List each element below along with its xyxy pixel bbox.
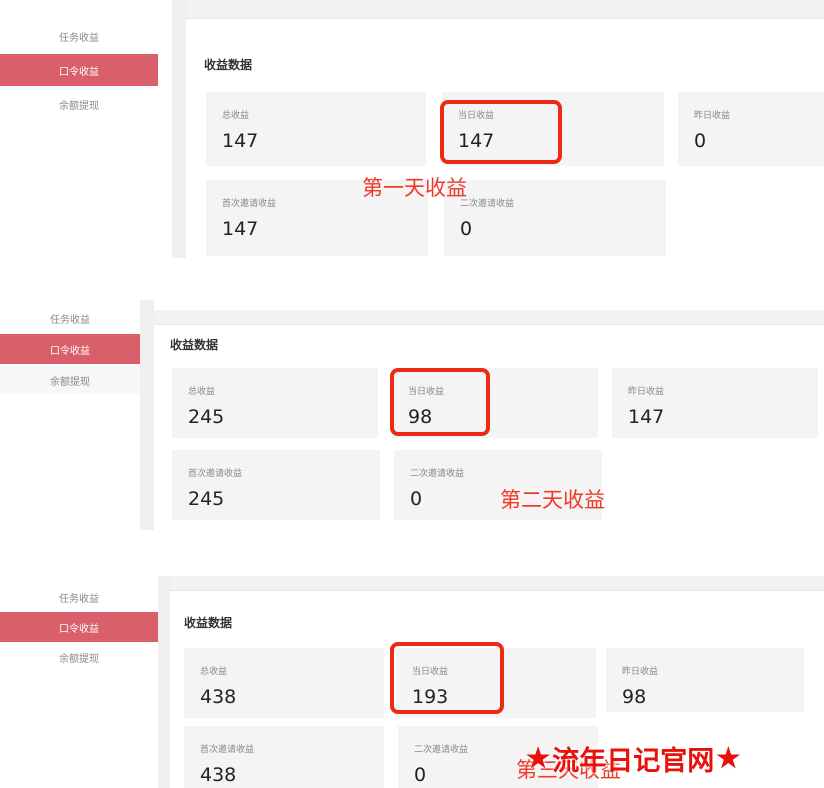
annotation-day-1: 第一天收益	[362, 176, 467, 200]
panel-day-1: 任务收益 口令收益 余额提现 收益数据 总收益 147 当日收益 147 昨日收…	[0, 0, 824, 262]
card-label: 昨日收益	[622, 667, 659, 677]
card-value: 147	[222, 218, 259, 240]
highlight-box	[390, 368, 490, 436]
card-value: 438	[200, 764, 237, 786]
card-label: 首次邀请收益	[200, 745, 255, 755]
card-value: 245	[188, 488, 225, 510]
card-label: 二次邀请收益	[414, 745, 469, 755]
card-value: 147	[222, 130, 259, 152]
card-label: 二次邀请收益	[460, 199, 515, 209]
watermark-text: 流年日记官网	[552, 745, 715, 777]
gutter	[140, 300, 154, 530]
card-first-invite-earnings: 首次邀请收益 438	[184, 726, 384, 788]
sidebar-item-withdraw[interactable]: 余额提现	[0, 642, 158, 672]
card-total-earnings: 总收益 245	[172, 368, 378, 438]
top-strip	[186, 0, 824, 19]
card-yesterday-earnings: 昨日收益 147	[612, 368, 818, 438]
gutter	[172, 0, 186, 258]
card-value: 0	[694, 130, 707, 152]
annotation-day-2: 第二天收益	[500, 488, 605, 512]
card-value: 0	[414, 764, 427, 786]
card-label: 二次邀请收益	[410, 469, 465, 479]
section-title: 收益数据	[204, 58, 253, 72]
card-value: 0	[410, 488, 423, 510]
card-yesterday-earnings: 昨日收益 98	[606, 648, 804, 712]
top-strip	[170, 576, 824, 591]
sidebar: 任务收益 口令收益 余额提现	[0, 576, 158, 788]
gutter	[158, 576, 170, 788]
sidebar: 任务收益 口令收益 余额提现	[0, 300, 140, 534]
sidebar-item-withdraw[interactable]: 余额提现	[0, 88, 158, 120]
card-label: 首次邀请收益	[222, 199, 277, 209]
card-label: 总收益	[188, 387, 216, 397]
section-title: 收益数据	[170, 338, 219, 352]
card-first-invite-earnings: 首次邀请收益 245	[172, 450, 380, 520]
watermark: ★ 流年日记官网 ★	[524, 738, 820, 778]
star-icon: ★	[716, 742, 741, 774]
card-yesterday-earnings: 昨日收益 0	[678, 92, 824, 166]
highlight-box	[440, 100, 562, 164]
card-label: 昨日收益	[628, 387, 665, 397]
sidebar-item-code-earnings[interactable]: 口令收益	[0, 612, 158, 642]
card-value: 98	[622, 686, 647, 708]
card-label: 总收益	[200, 667, 228, 677]
sidebar-item-task-earnings[interactable]: 任务收益	[0, 304, 140, 332]
card-value: 438	[200, 686, 237, 708]
sidebar-item-code-earnings[interactable]: 口令收益	[0, 54, 158, 86]
card-value: 245	[188, 406, 225, 428]
card-value: 0	[460, 218, 473, 240]
panel-day-2: 任务收益 口令收益 余额提现 收益数据 总收益 245 当日收益 98 昨日收益…	[0, 300, 824, 534]
star-icon: ★	[526, 742, 551, 774]
sidebar-item-code-earnings[interactable]: 口令收益	[0, 334, 140, 364]
card-total-earnings: 总收益 147	[206, 92, 426, 166]
sidebar-item-task-earnings[interactable]: 任务收益	[0, 20, 158, 52]
sidebar-item-task-earnings[interactable]: 任务收益	[0, 582, 158, 612]
card-label: 总收益	[222, 111, 250, 121]
card-label: 首次邀请收益	[188, 469, 243, 479]
card-total-earnings: 总收益 438	[184, 648, 384, 718]
highlight-box	[390, 642, 504, 714]
sidebar-item-withdraw[interactable]: 余额提现	[0, 366, 140, 394]
card-label: 昨日收益	[694, 111, 731, 121]
card-value: 147	[628, 406, 665, 428]
top-strip	[154, 310, 824, 325]
sidebar: 任务收益 口令收益 余额提现	[0, 0, 158, 262]
section-title: 收益数据	[184, 616, 233, 630]
card-second-invite-earnings: 二次邀请收益 0	[444, 180, 666, 256]
